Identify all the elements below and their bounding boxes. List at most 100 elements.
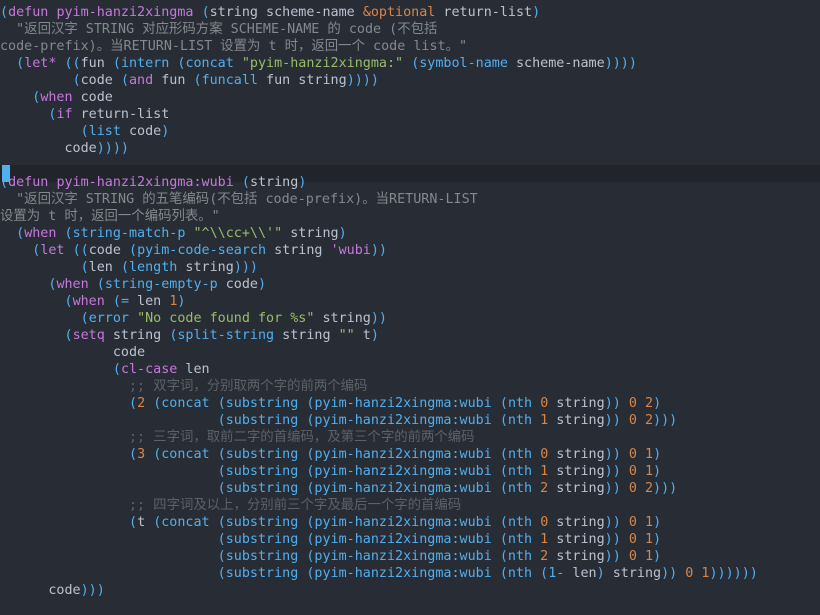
- code-token: code: [120, 124, 162, 139]
- code-line[interactable]: (substring (pyim-hanzi2xingma:wubi (nth …: [0, 565, 820, 582]
- code-line[interactable]: (list code): [0, 123, 820, 140]
- code-token: ): [653, 447, 662, 462]
- code-token: string: [282, 226, 339, 241]
- code-line[interactable]: (if return-list: [0, 106, 820, 123]
- code-token: substring: [225, 464, 299, 479]
- code-token: substring: [225, 413, 299, 428]
- code-token: fun: [80, 56, 113, 71]
- code-token: fun: [153, 73, 194, 88]
- code-token: let*: [24, 56, 57, 71]
- code-token: 'wubi: [330, 243, 371, 258]
- code-token: string: [314, 311, 371, 326]
- code-line[interactable]: (2 (concat (substring (pyim-hanzi2xingma…: [0, 395, 820, 412]
- code-token: "返回汉字 STRING 对应形码方案 SCHEME-NAME 的 code (…: [0, 22, 438, 37]
- code-token: ))): [80, 583, 105, 598]
- code-token: (: [217, 515, 226, 530]
- code-line[interactable]: (when (string-match-p "^\\cc+\\'" string…: [0, 225, 820, 242]
- code-token: string: [548, 532, 605, 547]
- code-token: string: [604, 566, 662, 581]
- code-line[interactable]: (len (length string))): [0, 259, 820, 276]
- code-token: string: [548, 396, 605, 411]
- code-line[interactable]: (let* ((fun (intern (concat "pyim-hanzi2…: [0, 55, 820, 72]
- code-token: substring: [225, 566, 299, 581]
- code-token: pyim-code-search: [137, 243, 267, 258]
- code-line[interactable]: (let ((code (pyim-code-search string 'wu…: [0, 242, 820, 259]
- code-line[interactable]: (substring (pyim-hanzi2xingma:wubi (nth …: [0, 531, 820, 548]
- code-line[interactable]: code: [0, 344, 820, 361]
- code-token: )))): [604, 56, 637, 71]
- code-token: string: [274, 328, 339, 343]
- code-token: concat: [161, 447, 210, 462]
- code-token: &optional: [362, 5, 436, 20]
- code-line[interactable]: code-prefix)。当RETURN-LIST 设置为 t 时，返回一个 c…: [0, 38, 820, 55]
- code-token: cl-case: [120, 362, 178, 377]
- code-line[interactable]: ;; 三字词，取前二字的首编码，及第三个字的前两个编码: [0, 429, 820, 446]
- code-token: (: [217, 549, 226, 564]
- code-line[interactable]: 设置为 t 时，返回一个编码列表。": [0, 208, 820, 225]
- code-token: string: [548, 447, 605, 462]
- code-line[interactable]: (substring (pyim-hanzi2xingma:wubi (nth …: [0, 463, 820, 480]
- code-token: return-list: [72, 107, 170, 122]
- code-token: )): [604, 413, 621, 428]
- code-line[interactable]: code)))): [0, 140, 820, 157]
- code-token: 0: [628, 549, 637, 564]
- code-token: concat: [161, 396, 210, 411]
- code-token: "返回汉字 STRING 的五笔编码(不包括 code-prefix)。当RET…: [0, 192, 478, 207]
- code-token: nth: [507, 481, 541, 496]
- code-line[interactable]: ;; 双字词，分别取两个字的前两个编码: [0, 378, 820, 395]
- code-token: (: [129, 447, 138, 462]
- code-token: pyim-hanzi2xingma:wubi: [314, 396, 492, 411]
- code-token: )))): [96, 141, 129, 156]
- code-line[interactable]: (substring (pyim-hanzi2xingma:wubi (nth …: [0, 480, 820, 497]
- code-line[interactable]: [0, 157, 820, 174]
- code-token: )): [370, 311, 387, 326]
- code-token: 2: [645, 396, 654, 411]
- code-line[interactable]: (defun pyim-hanzi2xingma:wubi (string): [0, 174, 820, 191]
- code-line[interactable]: (3 (concat (substring (pyim-hanzi2xingma…: [0, 446, 820, 463]
- code-line[interactable]: (substring (pyim-hanzi2xingma:wubi (nth …: [0, 412, 820, 429]
- code-line[interactable]: (cl-case len: [0, 361, 820, 378]
- code-token: if: [56, 107, 73, 122]
- code-line[interactable]: (setq string (split-string string "" t): [0, 327, 820, 344]
- code-token: 0: [628, 515, 637, 530]
- code-line[interactable]: (t (concat (substring (pyim-hanzi2xingma…: [0, 514, 820, 531]
- code-token: =: [120, 294, 129, 309]
- code-line[interactable]: "返回汉字 STRING 对应形码方案 SCHEME-NAME 的 code (…: [0, 21, 820, 38]
- code-token: len: [88, 260, 121, 275]
- code-token: ): [653, 396, 662, 411]
- code-line[interactable]: code))): [0, 582, 820, 599]
- code-line[interactable]: (substring (pyim-hanzi2xingma:wubi (nth …: [0, 548, 820, 565]
- code-token: (: [80, 124, 89, 139]
- code-line[interactable]: (defun pyim-hanzi2xingma (string scheme-…: [0, 4, 820, 21]
- code-token: setq: [72, 328, 105, 343]
- code-token: (: [120, 260, 129, 275]
- code-token: )): [604, 396, 621, 411]
- code-line[interactable]: (when code: [0, 89, 820, 106]
- code-editor[interactable]: (defun pyim-hanzi2xingma (string scheme-…: [0, 0, 820, 615]
- code-token: code: [0, 583, 81, 598]
- code-line[interactable]: ;; 四字词及以上，分别前三个字及最后一个字的首编码: [0, 497, 820, 514]
- code-token: 0: [628, 396, 637, 411]
- code-token: pyim-hanzi2xingma: [56, 5, 194, 20]
- code-token: list: [88, 124, 121, 139]
- code-token: (: [217, 481, 226, 496]
- code-token: (: [201, 5, 210, 20]
- code-line[interactable]: (when (= len 1): [0, 293, 820, 310]
- code-token: 1: [644, 549, 654, 564]
- code-line[interactable]: (when (string-empty-p code): [0, 276, 820, 293]
- code-line[interactable]: "返回汉字 STRING 的五笔编码(不包括 code-prefix)。当RET…: [0, 191, 820, 208]
- code-line[interactable]: (code (and fun (funcall fun string)))): [0, 72, 820, 89]
- code-line[interactable]: (error "No code found for %s" string)): [0, 310, 820, 327]
